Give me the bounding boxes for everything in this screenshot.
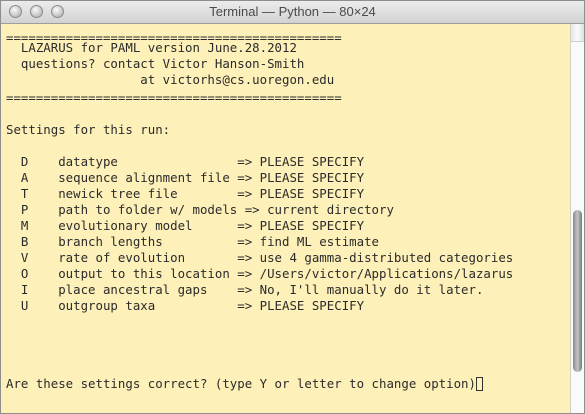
terminal-line: ========================================…: [6, 90, 342, 105]
terminal-window: Terminal — Python — 80×24 ==============…: [0, 0, 585, 414]
setting-row: T newick tree file => PLEASE SPECIFY: [6, 186, 365, 201]
title-bar[interactable]: Terminal — Python — 80×24: [1, 1, 584, 24]
window-title: Terminal — Python — 80×24: [209, 4, 376, 19]
terminal-output[interactable]: ========================================…: [1, 24, 570, 413]
text-cursor[interactable]: [475, 377, 483, 391]
terminal-line: LAZARUS for PAML version June.28.2012: [6, 40, 297, 55]
terminal-line: at victorhs@cs.uoregon.edu: [6, 72, 335, 87]
setting-row: D datatype => PLEASE SPECIFY: [6, 154, 365, 169]
setting-row: B branch lengths => find ML estimate: [6, 234, 379, 249]
scrollbar-track-top: [571, 24, 584, 42]
setting-row: U outgroup taxa => PLEASE SPECIFY: [6, 298, 365, 313]
setting-row: O output to this location => /Users/vict…: [6, 266, 514, 281]
setting-row: I place ancestral gaps => No, I'll manua…: [6, 282, 484, 297]
setting-row: P path to folder w/ models => current di…: [6, 202, 394, 217]
input-prompt-row[interactable]: Are these settings correct? (type Y or l…: [6, 376, 483, 392]
terminal-line: Settings for this run:: [6, 122, 171, 137]
scrollbar-thumb[interactable]: [573, 210, 582, 372]
setting-row: M evolutionary model => PLEASE SPECIFY: [6, 218, 365, 233]
vertical-scrollbar[interactable]: [570, 24, 584, 413]
prompt-text: Are these settings correct? (type Y or l…: [6, 376, 476, 391]
terminal-line: questions? contact Victor Hanson-Smith: [6, 56, 305, 71]
setting-row: V rate of evolution => use 4 gamma-distr…: [6, 250, 514, 265]
setting-row: A sequence alignment file => PLEASE SPEC…: [6, 170, 365, 185]
